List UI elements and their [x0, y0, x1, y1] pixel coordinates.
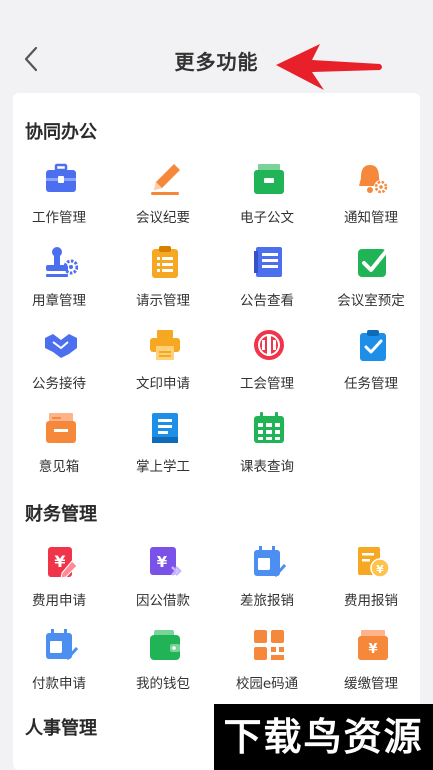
item-label: 公务接待	[32, 376, 86, 392]
grid-item-loan[interactable]: ¥ 因公借款	[111, 545, 215, 615]
handshake-icon	[45, 334, 77, 358]
grid-item-reception[interactable]: 公务接待	[7, 328, 111, 398]
item-label: 电子公文	[240, 210, 294, 226]
grid-item-expense-apply[interactable]: ¥ 费用申请	[7, 545, 111, 615]
item-label: 请示管理	[136, 293, 190, 309]
grid-item-seal[interactable]: 用章管理	[7, 245, 111, 315]
printer-icon	[150, 330, 180, 360]
grid-item-ecode[interactable]: 校园e码通	[215, 628, 319, 698]
item-label: 公告查看	[240, 293, 294, 309]
grid-item-study[interactable]: 掌上学工	[111, 411, 215, 481]
item-label: 工会管理	[240, 376, 294, 392]
mailbox-icon	[46, 413, 76, 443]
watermark-logo: 下载鸟资源	[214, 704, 433, 770]
item-label: 通知管理	[344, 210, 398, 226]
stamp-gear-icon	[46, 247, 78, 277]
document-folder-icon	[254, 164, 284, 194]
grid-item-work[interactable]: 工作管理	[7, 162, 111, 232]
study-book-icon	[152, 413, 178, 443]
item-label: 费用报销	[344, 593, 398, 609]
item-label: 课表查询	[240, 459, 294, 475]
item-label: 差旅报销	[240, 593, 294, 609]
item-label: 文印申请	[136, 376, 190, 392]
grid-item-suggestion[interactable]: 意见箱	[7, 411, 111, 481]
bell-gear-icon	[359, 165, 388, 194]
grid-item-payment[interactable]: 付款申请	[7, 628, 111, 698]
grid-item-reimburse[interactable]: ¥ 费用报销	[319, 545, 423, 615]
yuan-box-icon: ¥	[358, 630, 388, 660]
item-label: 掌上学工	[136, 459, 190, 475]
grid-item-documents[interactable]: 电子公文	[215, 162, 319, 232]
clipboard-list-icon	[152, 246, 178, 278]
svg-text:¥: ¥	[368, 642, 377, 657]
grid-item-minutes[interactable]: 会议纪要	[111, 162, 215, 232]
item-label: 会议室预定	[337, 293, 405, 309]
yuan-document-icon: ¥	[358, 547, 390, 578]
item-label: 缓缴管理	[344, 676, 398, 692]
grid-item-travel[interactable]: 差旅报销	[215, 545, 319, 615]
check-box-icon	[358, 247, 390, 277]
travel-calendar-icon	[254, 546, 286, 578]
union-badge-icon	[254, 330, 284, 360]
item-label: 费用申请	[32, 593, 86, 609]
section-title-hr: 人事管理	[25, 718, 97, 739]
item-label: 用章管理	[32, 293, 86, 309]
pencil-icon	[151, 164, 180, 195]
item-label: 任务管理	[344, 376, 398, 392]
svg-text:¥: ¥	[54, 552, 65, 571]
grid-item-union[interactable]: 工会管理	[215, 328, 319, 398]
notice-book-icon	[254, 247, 282, 277]
task-clipboard-icon	[360, 330, 386, 361]
yuan-card-icon: ¥	[150, 547, 182, 576]
red-pointer-arrow-icon	[276, 44, 382, 90]
item-label: 校园e码通	[235, 676, 299, 692]
top-bar: 更多功能	[0, 0, 433, 93]
grid-item-print[interactable]: 文印申请	[111, 328, 215, 398]
grid-item-task[interactable]: 任务管理	[319, 328, 423, 398]
item-label: 付款申请	[32, 676, 86, 692]
grid-item-wallet[interactable]: 我的钱包	[111, 628, 215, 698]
grid-item-meeting-room[interactable]: 会议室预定	[319, 245, 423, 315]
item-label: 我的钱包	[136, 676, 190, 692]
grid-item-timetable[interactable]: 课表查询	[215, 411, 319, 481]
section-title-finance: 财务管理	[25, 504, 97, 525]
item-label: 工作管理	[32, 210, 86, 226]
item-label: 会议纪要	[136, 210, 190, 226]
qr-code-icon	[254, 630, 284, 660]
briefcase-icon	[46, 163, 76, 192]
calendar-grid-icon	[254, 412, 284, 443]
item-label: 因公借款	[136, 593, 190, 609]
payment-calendar-icon	[46, 629, 78, 661]
wallet-icon	[150, 630, 180, 660]
yuan-pen-icon: ¥	[48, 547, 78, 579]
item-label: 意见箱	[38, 459, 80, 475]
grid-item-announcement[interactable]: 公告查看	[215, 245, 319, 315]
svg-text:¥: ¥	[376, 563, 384, 576]
grid-item-request[interactable]: 请示管理	[111, 245, 215, 315]
svg-text:¥: ¥	[157, 553, 168, 571]
section-title-collab: 协同办公	[25, 122, 97, 143]
grid-item-deferral[interactable]: ¥ 缓缴管理	[319, 628, 423, 698]
grid-item-notice[interactable]: 通知管理	[319, 162, 423, 232]
